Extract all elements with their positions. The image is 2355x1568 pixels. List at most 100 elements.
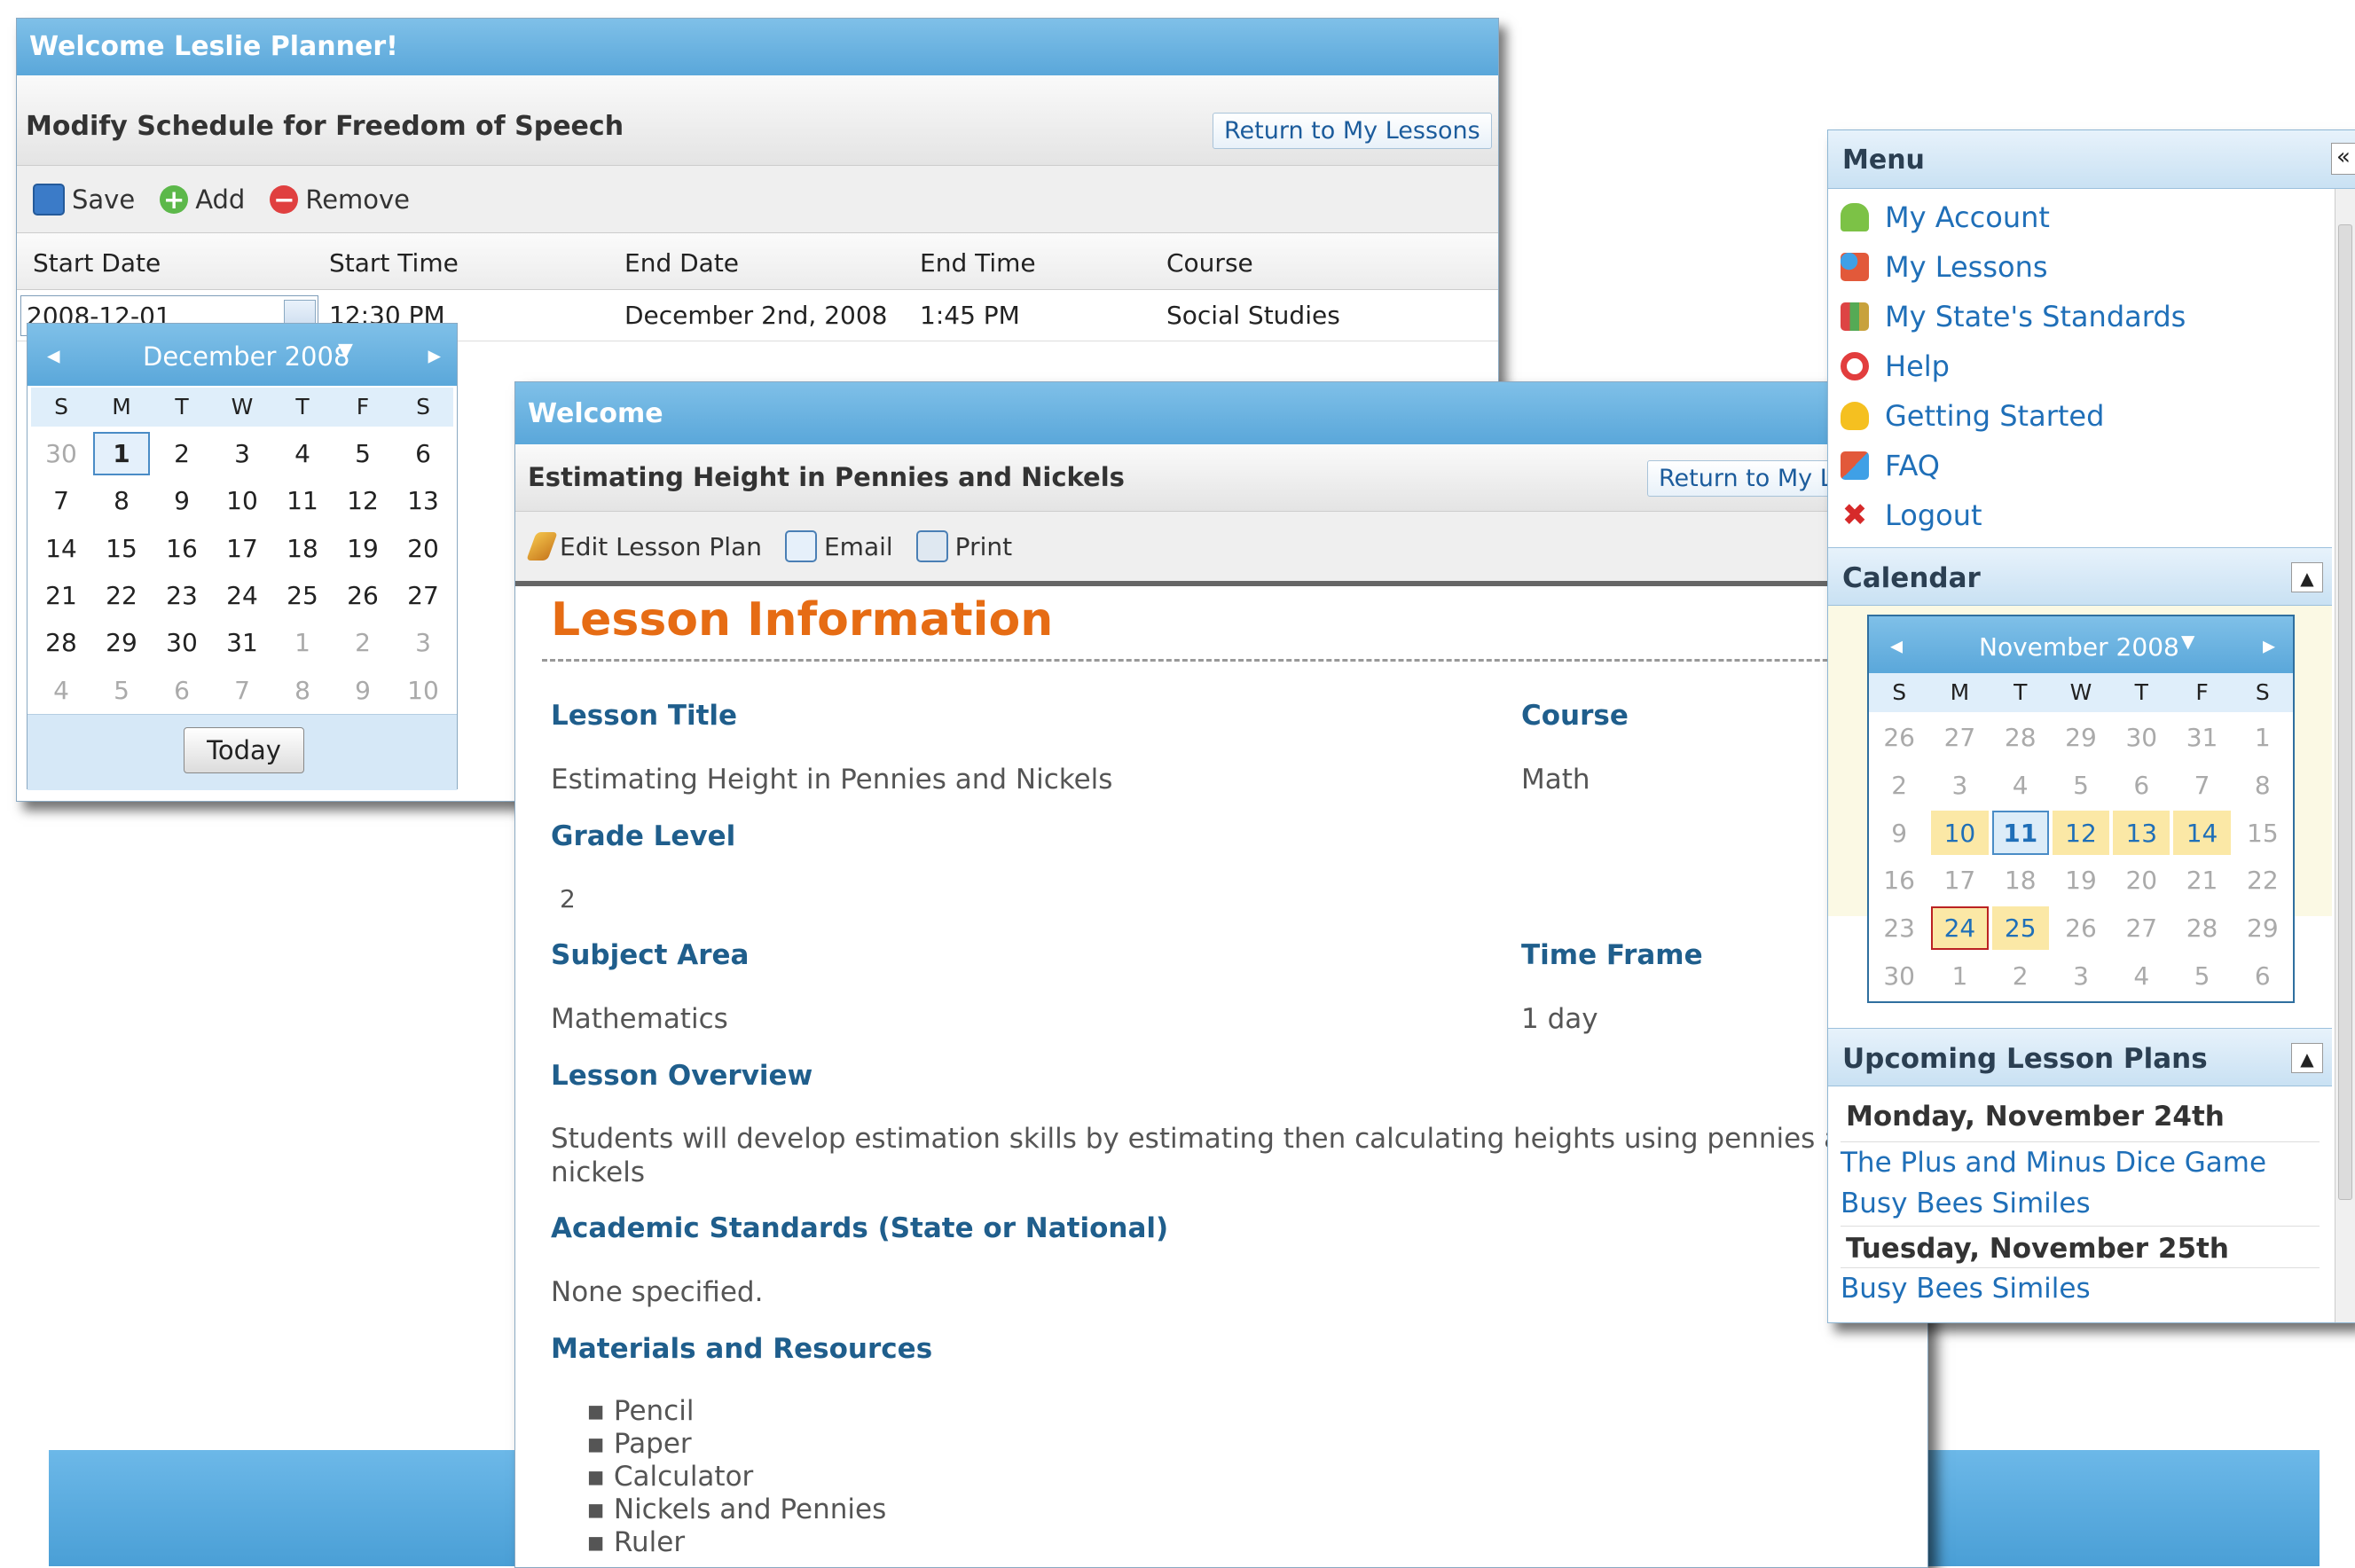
- column-header[interactable]: Course: [1166, 248, 1253, 278]
- calendar-day[interactable]: 21: [33, 574, 90, 617]
- next-month-arrow-icon[interactable]: ▸: [2263, 631, 2275, 660]
- calendar-day[interactable]: 10: [1931, 811, 1989, 855]
- column-header[interactable]: Start Date: [33, 248, 161, 278]
- calendar-day[interactable]: 31: [2173, 716, 2230, 760]
- calendar-day[interactable]: 3: [1931, 764, 1988, 808]
- mini-calendar-month[interactable]: November 2008: [1979, 632, 2179, 662]
- calendar-day[interactable]: 6: [153, 669, 210, 712]
- today-button[interactable]: Today: [184, 727, 304, 773]
- calendar-day[interactable]: 20: [2113, 858, 2170, 903]
- calendar-day[interactable]: 6: [2113, 764, 2170, 808]
- calendar-day[interactable]: 24: [1931, 906, 1989, 951]
- calendar-day[interactable]: 7: [2173, 764, 2230, 808]
- prev-month-arrow-icon[interactable]: ◂: [47, 340, 60, 370]
- calendar-day[interactable]: 28: [2173, 906, 2230, 951]
- calendar-day[interactable]: 31: [214, 621, 271, 664]
- calendar-day[interactable]: 5: [93, 669, 150, 712]
- prev-month-arrow-icon[interactable]: ◂: [1890, 631, 1903, 660]
- calendar-day[interactable]: 17: [1931, 858, 1988, 903]
- menu-item-getting-started[interactable]: Getting Started: [1841, 391, 2337, 441]
- calendar-day[interactable]: 6: [395, 432, 451, 475]
- calendar-day[interactable]: 27: [1931, 716, 1988, 760]
- calendar-day[interactable]: 3: [214, 432, 271, 475]
- calendar-day[interactable]: 29: [2234, 906, 2291, 951]
- calendar-day[interactable]: 11: [274, 479, 331, 522]
- calendar-day[interactable]: 1: [93, 432, 150, 476]
- scrollbar-thumb[interactable]: [2338, 224, 2352, 1200]
- email-button[interactable]: Email: [784, 530, 893, 562]
- calendar-day[interactable]: 2: [1871, 764, 1927, 808]
- calendar-day[interactable]: 24: [214, 574, 271, 617]
- calendar-day[interactable]: 4: [2113, 953, 2170, 998]
- column-header[interactable]: Start Time: [329, 248, 459, 278]
- return-to-lessons-button[interactable]: Return to My L: [1647, 460, 1845, 497]
- calendar-day[interactable]: 14: [33, 527, 90, 570]
- calendar-day[interactable]: 5: [334, 432, 391, 475]
- menu-item-logout[interactable]: ✖ Logout: [1841, 490, 2337, 540]
- calendar-day[interactable]: 16: [1871, 858, 1927, 903]
- calendar-day[interactable]: 13: [395, 479, 451, 522]
- calendar-day[interactable]: 5: [2053, 764, 2109, 808]
- calendar-day[interactable]: 10: [395, 669, 451, 712]
- calendar-day[interactable]: 11: [1991, 811, 2049, 855]
- calendar-day[interactable]: 23: [1871, 906, 1927, 951]
- calendar-day[interactable]: 5: [2173, 953, 2230, 998]
- calendar-day[interactable]: 27: [2113, 906, 2170, 951]
- calendar-day[interactable]: 28: [1992, 716, 2049, 760]
- calendar-day[interactable]: 6: [2234, 953, 2291, 998]
- calendar-day[interactable]: 27: [395, 574, 451, 617]
- month-dropdown-icon[interactable]: ▼: [338, 340, 353, 362]
- calendar-day[interactable]: 15: [93, 527, 150, 570]
- calendar-day[interactable]: 25: [274, 574, 331, 617]
- calendar-day[interactable]: 18: [1992, 858, 2049, 903]
- calendar-day[interactable]: 8: [274, 669, 331, 712]
- calendar-day[interactable]: 2: [334, 621, 391, 664]
- calendar-day[interactable]: 30: [2113, 716, 2170, 760]
- calendar-day[interactable]: 15: [2234, 811, 2291, 855]
- calendar-day[interactable]: 2: [1992, 953, 2049, 998]
- upcoming-lesson-link[interactable]: Busy Bees Similes: [1841, 1268, 2320, 1309]
- menu-item-my-lessons[interactable]: My Lessons: [1841, 242, 2337, 292]
- calendar-day[interactable]: 26: [1871, 716, 1927, 760]
- calendar-day[interactable]: 7: [33, 479, 90, 522]
- calendar-day[interactable]: 3: [395, 621, 451, 664]
- calendar-day[interactable]: 13: [2113, 811, 2171, 855]
- calendar-day[interactable]: 1: [1931, 953, 1988, 998]
- side-panel-scrollbar[interactable]: [2335, 189, 2355, 1322]
- calendar-day[interactable]: 7: [214, 669, 271, 712]
- calendar-day[interactable]: 4: [1992, 764, 2049, 808]
- calendar-day[interactable]: 9: [153, 479, 210, 522]
- calendar-day[interactable]: 1: [274, 621, 331, 664]
- calendar-day[interactable]: 12: [2052, 811, 2110, 855]
- upcoming-lesson-link[interactable]: Busy Bees Similes: [1841, 1183, 2320, 1227]
- calendar-day[interactable]: 12: [334, 479, 391, 522]
- calendar-day[interactable]: 30: [33, 432, 90, 475]
- add-button[interactable]: + Add: [160, 184, 245, 215]
- column-header[interactable]: End Time: [920, 248, 1036, 278]
- date-picker-month[interactable]: December 2008: [143, 341, 349, 372]
- menu-item-my-states-standards[interactable]: My State's Standards: [1841, 292, 2337, 341]
- calendar-day[interactable]: 1: [2234, 716, 2291, 760]
- calendar-day[interactable]: 28: [33, 621, 90, 664]
- calendar-day[interactable]: 10: [214, 479, 271, 522]
- edit-lesson-plan-button[interactable]: Edit Lesson Plan: [526, 532, 762, 561]
- calendar-day[interactable]: 25: [1991, 906, 2049, 951]
- next-month-arrow-icon[interactable]: ▸: [428, 340, 441, 370]
- calendar-day[interactable]: 8: [93, 479, 150, 522]
- calendar-day[interactable]: 21: [2173, 858, 2230, 903]
- calendar-day[interactable]: 4: [274, 432, 331, 475]
- calendar-day[interactable]: 26: [2053, 906, 2109, 951]
- calendar-day[interactable]: 30: [1871, 953, 1927, 998]
- calendar-day[interactable]: 19: [2053, 858, 2109, 903]
- calendar-day[interactable]: 30: [153, 621, 210, 664]
- collapse-upcoming-icon[interactable]: ▲: [2291, 1043, 2323, 1073]
- calendar-day[interactable]: 9: [334, 669, 391, 712]
- print-button[interactable]: Print: [915, 530, 1012, 562]
- collapse-calendar-icon[interactable]: ▲: [2291, 562, 2323, 592]
- calendar-day[interactable]: 2: [153, 432, 210, 475]
- remove-button[interactable]: − Remove: [270, 184, 410, 215]
- calendar-day[interactable]: 23: [153, 574, 210, 617]
- calendar-day[interactable]: 22: [93, 574, 150, 617]
- calendar-day[interactable]: 26: [334, 574, 391, 617]
- calendar-day[interactable]: 18: [274, 527, 331, 570]
